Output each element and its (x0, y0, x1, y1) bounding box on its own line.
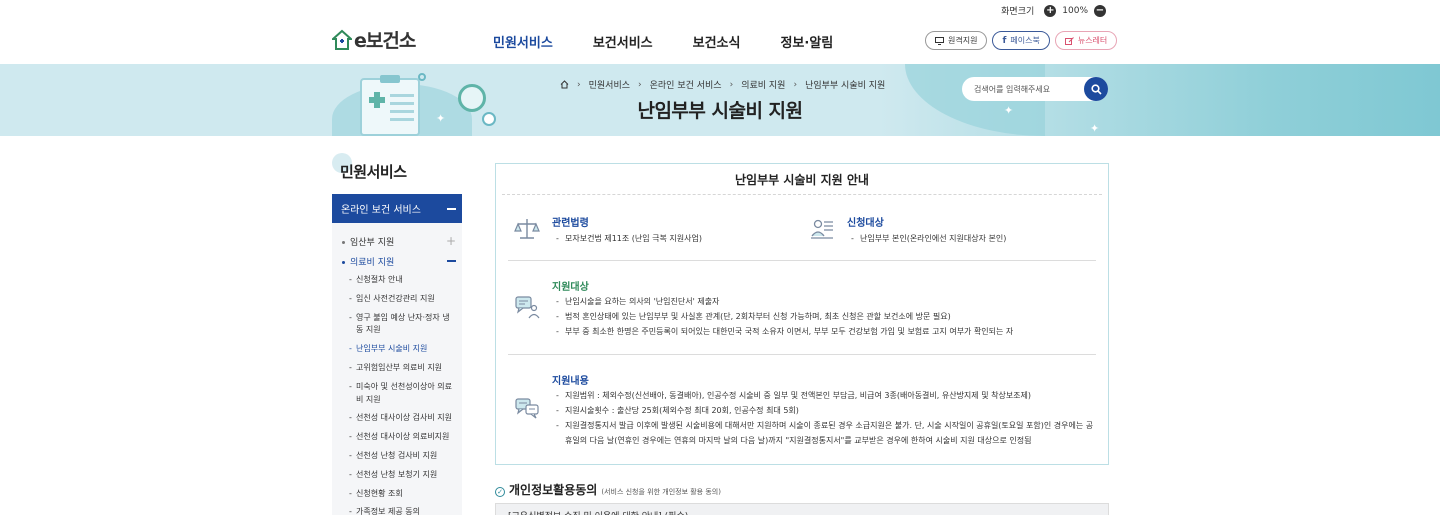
applicant-item: 난임부부 본인(온라인에선 지원대상자 본인) (851, 231, 1091, 246)
sidebar-item-label: 임산부 지원 (350, 237, 395, 248)
newsletter-button[interactable]: 뉴스레터 (1054, 31, 1118, 50)
sidebar-title-wrap: 민원서비스 (332, 150, 462, 190)
applicant-heading: 신청대상 (847, 218, 884, 229)
breadcrumb: › 민원서비스 › 온라인 보건 서비스 › 의료비 지원 › 난임부부 시술비… (560, 78, 885, 91)
panel-title: 난임부부 시술비 지원 안내 (502, 164, 1102, 195)
search-box (962, 77, 1108, 101)
nav-health-service[interactable]: 보건서비스 (593, 32, 653, 51)
home-icon[interactable] (560, 80, 569, 89)
breadcrumb-item[interactable]: 온라인 보건 서비스 (650, 78, 722, 91)
sidebar-subitem[interactable]: 가족정보 제공 동의 (338, 503, 456, 515)
sidebar-subitem[interactable]: 선천성 대사이상 검사비 지원 (338, 409, 456, 428)
consent-header: ✓ 개인정보활용동의 (서비스 신청을 위한 개인정보 활용 동의) (495, 481, 721, 498)
sidebar-subitem[interactable]: 영구 불임 예상 난자·정자 냉동 지원 (338, 309, 456, 341)
breadcrumb-item-current[interactable]: 난임부부 시술비 지원 (805, 78, 885, 91)
sidebar-subitem[interactable]: 고위험임산부 의료비 지원 (338, 359, 456, 378)
sidebar-subitem[interactable]: 임신 사전건강관리 지원 (338, 290, 456, 309)
page-banner: ✦ ✦ ✦ › 민원서비스 › 온라인 보건 서비스 › 의료비 지원 › 난임… (0, 64, 1440, 136)
consent-accordion[interactable]: [고유식별정보 수집 및 이용에 대한 안내] (필수) (495, 503, 1109, 515)
sidebar-item-maternal-support[interactable]: 임산부 지원 + (338, 231, 456, 251)
target-heading: 지원대상 (552, 282, 589, 293)
nav-health-news[interactable]: 보건소식 (693, 32, 741, 51)
scale-icon (514, 219, 540, 239)
target-list: 난임시술을 요하는 의사의 '난임진단서' 제출자 법적 혼인상태에 있는 난임… (556, 294, 1096, 339)
applicant-list: 난임부부 본인(온라인에선 지원대상자 본인) (851, 231, 1091, 246)
consent-heading: 개인정보활용동의 (509, 483, 598, 497)
sparkle-icon: ✦ (1090, 122, 1100, 135)
sidebar-subitem[interactable]: 선천성 대사이상 의료비지원 (338, 428, 456, 447)
sidebar-title: 민원서비스 (340, 163, 407, 181)
facebook-button[interactable]: f 페이스북 (992, 31, 1050, 50)
sidebar-subitem[interactable]: 신청절차 안내 (338, 271, 456, 290)
law-heading: 관련법령 (552, 218, 589, 229)
consent-subheading: (서비스 신청을 위한 개인정보 활용 동의) (601, 488, 721, 496)
logo-text: e보건소 (354, 30, 416, 52)
law-item: 모자보건법 제11조 (난임 극복 지원사업) (556, 231, 796, 246)
pencil-icon (1064, 36, 1074, 45)
site-logo[interactable]: e보건소 (332, 26, 416, 53)
logo-house-icon (332, 29, 352, 50)
sidebar-subitem[interactable]: 선천성 난청 보청기 지원 (338, 466, 456, 485)
main-nav: 민원서비스 보건서비스 보건소식 정보·알림 (493, 32, 833, 51)
sidebar-subitem[interactable]: 선천성 난청 검사비 지원 (338, 447, 456, 466)
info-panel: 난임부부 시술비 지원 안내 관련법령 모자보건법 제11조 (난임 극복 지원… (495, 163, 1109, 465)
content-item: 지원시술횟수 : 출산당 25회(체외수정 최대 20회, 인공수정 최대 5회… (556, 403, 1096, 418)
facebook-label: 페이스북 (1010, 36, 1040, 45)
decor-circle (418, 73, 426, 81)
content-list: 지원범위 : 체외수정(신선배아, 동결배아), 인공수정 시술비 중 일부 및… (556, 388, 1096, 448)
chat-person-icon (515, 296, 540, 319)
remote-support-button[interactable]: 원격지원 (925, 31, 988, 50)
target-item: 법적 혼인상태에 있는 난임부부 및 사실혼 관계(단, 2회차부터 신청 가능… (556, 309, 1096, 324)
target-item: 부부 중 최소한 한명은 주민등록이 되어있는 대한민국 국적 소유자 이면서,… (556, 324, 1096, 339)
search-icon (1090, 83, 1102, 95)
page-title: 난임부부 시술비 지원 (637, 100, 803, 122)
nav-info-notice[interactable]: 정보·알림 (780, 32, 833, 51)
sidebar-section-online-health[interactable]: 온라인 보건 서비스 (332, 194, 462, 223)
chevron-right-icon: › (577, 79, 581, 90)
sidebar-subitem[interactable]: 신청현황 조회 (338, 485, 456, 504)
minus-icon (447, 260, 456, 262)
sidebar-section-label: 온라인 보건 서비스 (341, 205, 421, 216)
speech-bubbles-icon (515, 398, 539, 419)
search-input[interactable] (962, 84, 1080, 94)
divider (508, 260, 1096, 261)
breadcrumb-item[interactable]: 의료비 지원 (741, 78, 785, 91)
external-links: 원격지원 f 페이스북 뉴스레터 (925, 31, 1118, 50)
chevron-right-icon: › (729, 79, 734, 90)
divider (508, 354, 1096, 355)
sidebar-item-medical-support[interactable]: 의료비 지원 (338, 251, 456, 271)
sidebar-item-label: 의료비 지원 (350, 257, 395, 268)
person-document-icon (811, 219, 833, 239)
content-heading: 지원내용 (552, 376, 589, 387)
monitor-icon (935, 36, 944, 45)
nav-civil-service[interactable]: 민원서비스 (493, 32, 553, 51)
newsletter-label: 뉴스레터 (1077, 36, 1108, 45)
content-item: 지원결정통지서 발급 이후에 발생된 시술비용에 대해서만 지원하며 시술이 종… (556, 418, 1096, 448)
content-item: 지원범위 : 체외수정(신선배아, 동결배아), 인공수정 시술비 중 일부 및… (556, 388, 1096, 403)
check-circle-icon: ✓ (495, 487, 505, 497)
facebook-icon: f (1002, 35, 1007, 46)
law-list: 모자보건법 제11조 (난임 극복 지원사업) (556, 231, 796, 246)
sidebar: 민원서비스 온라인 보건 서비스 임산부 지원 + 의료비 지원 신청절차 안내… (332, 150, 462, 515)
chevron-right-icon: › (793, 79, 798, 90)
chevron-right-icon: › (638, 79, 642, 90)
collapse-icon (447, 207, 456, 210)
sidebar-subitem[interactable]: 미숙아 및 선천성이상아 의료비 지원 (338, 378, 456, 410)
target-item: 난임시술을 요하는 의사의 '난임진단서' 제출자 (556, 294, 1096, 309)
search-button[interactable] (1084, 77, 1108, 101)
plus-icon: + (445, 234, 456, 248)
sidebar-menu: 임산부 지원 + 의료비 지원 신청절차 안내 임신 사전건강관리 지원 영구 … (332, 223, 462, 515)
breadcrumb-item[interactable]: 민원서비스 (589, 78, 630, 91)
sidebar-subitem-current[interactable]: 난임부부 시술비 지원 (338, 340, 456, 359)
remote-support-label: 원격지원 (948, 36, 978, 45)
site-header: e보건소 민원서비스 보건서비스 보건소식 정보·알림 원격지원 f 페이스북 … (0, 0, 1440, 64)
